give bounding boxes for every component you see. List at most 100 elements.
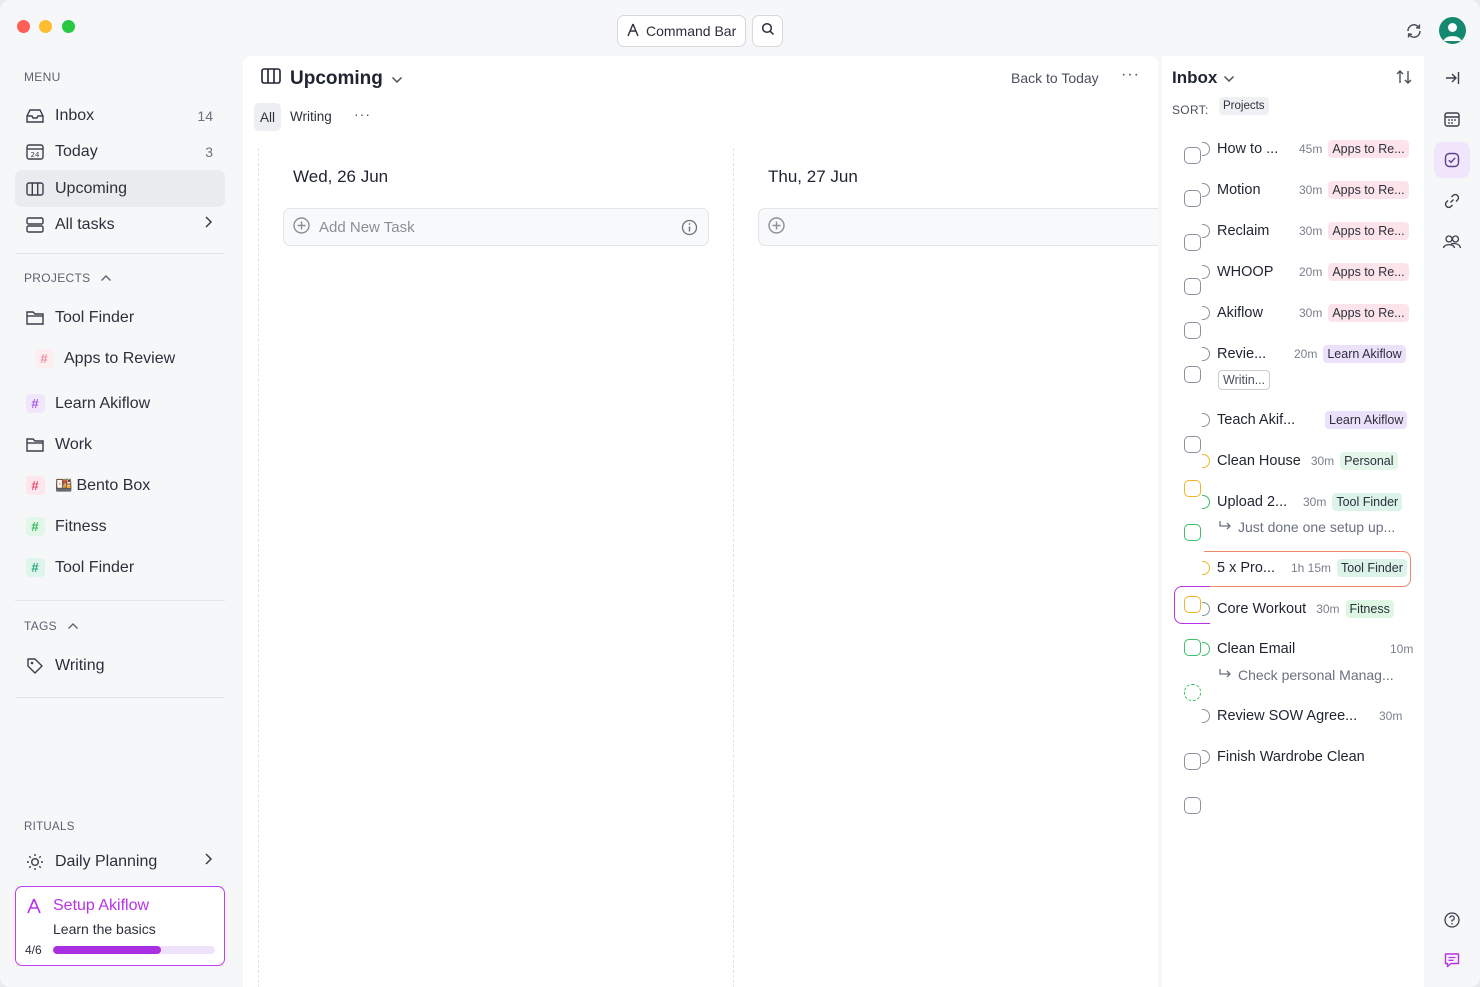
rituals-section-label: RITUALS <box>24 821 75 833</box>
subtask-line[interactable]: Just done one setup up... <box>1218 519 1395 535</box>
column-divider <box>733 148 734 987</box>
main-panel: Upcoming Back to Today ··· All Writing ·… <box>243 56 1158 987</box>
task-duration: 30m <box>1379 709 1403 723</box>
task-checkbox[interactable] <box>1184 753 1201 770</box>
inbox-selector[interactable]: Inbox <box>1172 68 1235 88</box>
subtask-line[interactable]: Check personal Manag... <box>1218 667 1394 683</box>
sidebar-item-project-tool-finder[interactable]: # Tool Finder <box>15 549 225 586</box>
hash-icon: # <box>25 517 45 537</box>
sidebar-item-project-fitness[interactable]: # Fitness <box>15 508 225 545</box>
setup-progress-bar <box>53 946 215 954</box>
inbox-task[interactable]: How to ... 45m Apps to Re... <box>1202 140 1409 158</box>
inbox-task[interactable]: WHOOP 20m Apps to Re... <box>1202 263 1409 281</box>
inbox-task[interactable]: Reclaim 30m Apps to Re... <box>1202 222 1409 240</box>
task-checkbox[interactable] <box>1184 639 1201 656</box>
task-checkbox[interactable] <box>1184 190 1201 207</box>
sidebar-item-tag-writing[interactable]: Writing <box>15 647 225 684</box>
inbox-task[interactable]: Upload 2... 30m Tool Finder <box>1202 493 1403 511</box>
task-checkbox[interactable] <box>1184 596 1201 613</box>
inbox-task[interactable]: Motion 30m Apps to Re... <box>1202 181 1409 199</box>
sidebar-item-label: Today <box>55 142 98 160</box>
sort-icon[interactable] <box>1395 68 1413 91</box>
window-minimize-button[interactable] <box>39 20 52 33</box>
task-title: How to ... <box>1217 141 1279 157</box>
setup-progress-text: 4/6 <box>25 943 42 957</box>
inbox-task[interactable]: Finish Wardrobe Clean <box>1202 749 1375 765</box>
collapse-panel-icon[interactable] <box>1434 60 1470 96</box>
task-checkbox[interactable] <box>1184 480 1201 497</box>
search-button[interactable] <box>752 15 783 47</box>
sidebar-item-upcoming[interactable]: Upcoming <box>15 170 225 207</box>
task-handle <box>1202 602 1210 616</box>
app-window: Command Bar MENU Inbox 14 24 Today 3 Upc… <box>0 0 1480 987</box>
task-checkbox[interactable] <box>1184 322 1201 339</box>
setup-akiflow-card[interactable]: Setup Akiflow Learn the basics 4/6 <box>15 886 225 966</box>
command-bar-button[interactable]: Command Bar <box>617 15 746 47</box>
task-checkbox[interactable] <box>1184 524 1201 541</box>
inbox-task[interactable]: Akiflow 30m Apps to Re... <box>1202 304 1409 322</box>
task-duration: 20m <box>1299 265 1323 279</box>
filter-all[interactable]: All <box>254 103 282 131</box>
more-options-button[interactable]: ··· <box>1121 66 1140 84</box>
chat-icon[interactable] <box>1434 942 1470 978</box>
filter-writing[interactable]: Writing <box>290 109 332 124</box>
sidebar-item-project-work[interactable]: Work <box>15 426 225 463</box>
back-to-today-button[interactable]: Back to Today <box>1011 70 1099 86</box>
task-title: Clean Email <box>1217 641 1296 657</box>
sidebar-item-all-tasks[interactable]: All tasks <box>15 206 225 243</box>
check-circle-icon[interactable] <box>1434 142 1470 178</box>
setup-title: Setup Akiflow <box>53 897 150 914</box>
task-checkbox[interactable] <box>1184 436 1201 453</box>
avatar-icon[interactable] <box>1439 17 1466 44</box>
chevron-right-icon <box>203 852 213 871</box>
people-icon[interactable] <box>1434 224 1470 260</box>
task-duration: 30m <box>1310 454 1335 468</box>
add-new-task-input[interactable]: Add New Task <box>283 208 709 246</box>
calendar-icon[interactable] <box>1434 101 1470 137</box>
sync-icon[interactable] <box>1404 21 1424 41</box>
task-handle <box>1202 306 1210 320</box>
task-checkbox[interactable] <box>1184 797 1201 814</box>
sidebar-item-project-learn-akiflow[interactable]: # Learn Akiflow <box>15 385 225 422</box>
view-selector[interactable]: Upcoming <box>260 66 403 92</box>
task-checkbox[interactable] <box>1184 234 1201 251</box>
task-duration: 30m <box>1303 495 1327 509</box>
inbox-task[interactable]: Review SOW Agree... 30m <box>1202 708 1402 724</box>
folder-icon <box>25 308 45 328</box>
task-checkbox[interactable] <box>1184 278 1201 295</box>
folder-icon <box>25 435 45 455</box>
titlebar: Command Bar <box>0 0 1480 56</box>
task-project-tag: Personal <box>1340 452 1398 470</box>
filter-more-button[interactable]: ··· <box>354 106 371 122</box>
inbox-task[interactable]: 5 x Pro... 1h 15m Tool Finder <box>1202 559 1407 577</box>
window-close-button[interactable] <box>17 20 30 33</box>
task-checkbox[interactable] <box>1184 684 1201 701</box>
info-icon[interactable] <box>681 219 698 240</box>
projects-section-label[interactable]: PROJECTS <box>24 271 112 285</box>
sidebar-item-label: Bento Box <box>76 476 151 494</box>
chevron-up-icon <box>67 619 79 633</box>
sort-value-badge[interactable]: Projects <box>1219 97 1269 115</box>
help-icon[interactable] <box>1434 902 1470 938</box>
tags-section-label[interactable]: TAGS <box>24 619 79 633</box>
add-new-task-input[interactable] <box>758 208 1158 246</box>
sidebar-divider <box>15 253 225 254</box>
inbox-task[interactable]: Revie... 20m Learn Akiflow <box>1202 345 1406 363</box>
sidebar-item-project-tool-finder-folder[interactable]: Tool Finder <box>15 299 225 336</box>
link-icon[interactable] <box>1434 183 1470 219</box>
task-checkbox[interactable] <box>1184 366 1201 383</box>
inbox-task[interactable]: Core Workout 30m Fitness <box>1202 600 1394 618</box>
inbox-task[interactable]: Clean Email 10m <box>1202 641 1413 657</box>
sidebar-item-project-bento-box[interactable]: # 🍱 Bento Box <box>15 467 225 504</box>
inbox-task[interactable]: Teach Akif... Learn Akiflow <box>1202 411 1408 429</box>
task-checkbox[interactable] <box>1184 147 1201 164</box>
task-project-tag: Learn Akiflow <box>1323 345 1406 363</box>
task-title: Reclaim <box>1217 223 1270 239</box>
sidebar-item-inbox[interactable]: Inbox 14 <box>15 97 225 134</box>
sidebar-item-project-apps-to-review[interactable]: # Apps to Review <box>15 340 225 377</box>
sidebar-item-today[interactable]: 24 Today 3 <box>15 133 225 170</box>
inbox-task[interactable]: Clean House 30m Personal <box>1202 452 1398 470</box>
sidebar-item-daily-planning[interactable]: Daily Planning <box>15 843 225 880</box>
window-maximize-button[interactable] <box>62 20 75 33</box>
calendar-icon: 24 <box>25 142 45 162</box>
